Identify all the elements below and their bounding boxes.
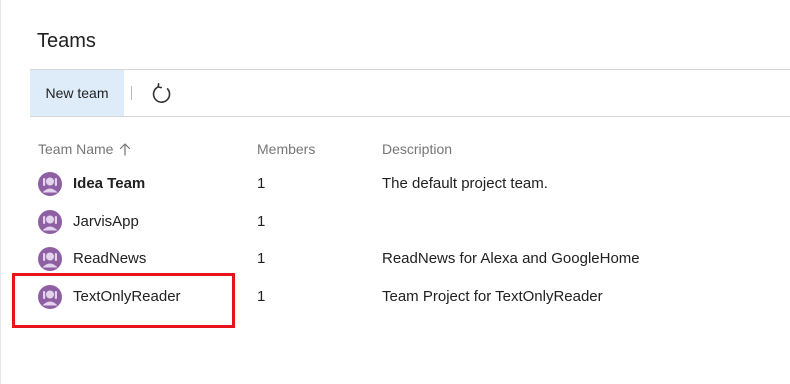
annotation-highlight-box bbox=[12, 273, 235, 328]
team-name-link[interactable]: Idea Team bbox=[73, 175, 145, 192]
column-header-description[interactable]: Description bbox=[382, 141, 452, 157]
toolbar-separator bbox=[131, 86, 132, 100]
teams-page: Teams New team Team Name Members Descrip… bbox=[0, 0, 790, 384]
team-members-count: 1 bbox=[257, 175, 266, 192]
team-description: Team Project for TextOnlyReader bbox=[382, 288, 603, 305]
team-members-count: 1 bbox=[257, 250, 266, 267]
team-description: ReadNews for Alexa and GoogleHome bbox=[382, 250, 640, 267]
team-name-link[interactable]: ReadNews bbox=[73, 250, 146, 267]
new-team-button[interactable]: New team bbox=[30, 70, 124, 116]
team-description: The default project team. bbox=[382, 175, 548, 192]
refresh-icon[interactable] bbox=[150, 82, 174, 106]
arrow-up-icon bbox=[119, 142, 131, 159]
left-border bbox=[0, 0, 1, 384]
column-header-team-name[interactable]: Team Name bbox=[38, 141, 131, 159]
column-header-members[interactable]: Members bbox=[257, 141, 315, 157]
table-row[interactable]: Idea Team 1 The default project team. bbox=[30, 166, 790, 203]
page-title: Teams bbox=[37, 30, 96, 52]
column-header-team-name-label: Team Name bbox=[38, 141, 114, 157]
team-members-count: 1 bbox=[257, 213, 266, 230]
team-avatar-icon bbox=[38, 172, 62, 196]
table-row[interactable]: JarvisApp 1 bbox=[30, 204, 790, 241]
toolbar: New team bbox=[30, 70, 790, 117]
team-members-count: 1 bbox=[257, 288, 266, 305]
team-avatar-icon bbox=[38, 210, 62, 234]
team-name-link[interactable]: JarvisApp bbox=[73, 213, 139, 230]
team-avatar-icon bbox=[38, 247, 62, 271]
